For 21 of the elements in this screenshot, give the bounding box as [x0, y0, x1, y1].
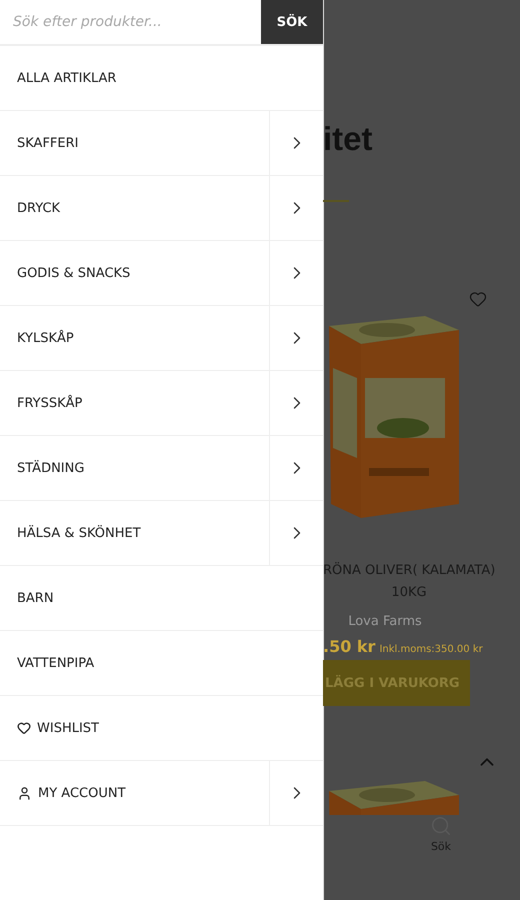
- menu-item[interactable]: SKAFFERI: [0, 111, 269, 175]
- menu-item[interactable]: KYLSKÅP: [0, 306, 269, 370]
- menu-item[interactable]: FRYSSKÅP: [0, 371, 269, 435]
- page-heading: itet: [323, 122, 374, 155]
- menu-item[interactable]: GODIS & SNACKS: [0, 241, 269, 305]
- product-brand: Lova Farms: [347, 614, 423, 629]
- search-icon: [430, 815, 452, 837]
- search-button[interactable]: SÖK: [261, 0, 323, 44]
- menu-item[interactable]: ALLA ARTIKLAR: [0, 46, 323, 110]
- menu-item[interactable]: WISHLIST: [0, 696, 323, 760]
- user-icon: [17, 786, 32, 800]
- heart-icon: [17, 721, 31, 735]
- menu-item[interactable]: STÄDNING: [0, 436, 269, 500]
- product-price: .50 kr: [323, 637, 376, 656]
- menu-item[interactable]: HÄLSA & SKÖNHET: [0, 501, 269, 565]
- menu-item[interactable]: BARN: [0, 566, 323, 630]
- menu-item[interactable]: DRYCK: [0, 176, 269, 240]
- menu-item[interactable]: VATTENPIPA: [0, 631, 323, 695]
- menu-item[interactable]: MY ACCOUNT: [0, 761, 269, 825]
- heart-icon[interactable]: [469, 290, 487, 308]
- tax-note: Inkl.moms:350.00 kr: [379, 644, 483, 655]
